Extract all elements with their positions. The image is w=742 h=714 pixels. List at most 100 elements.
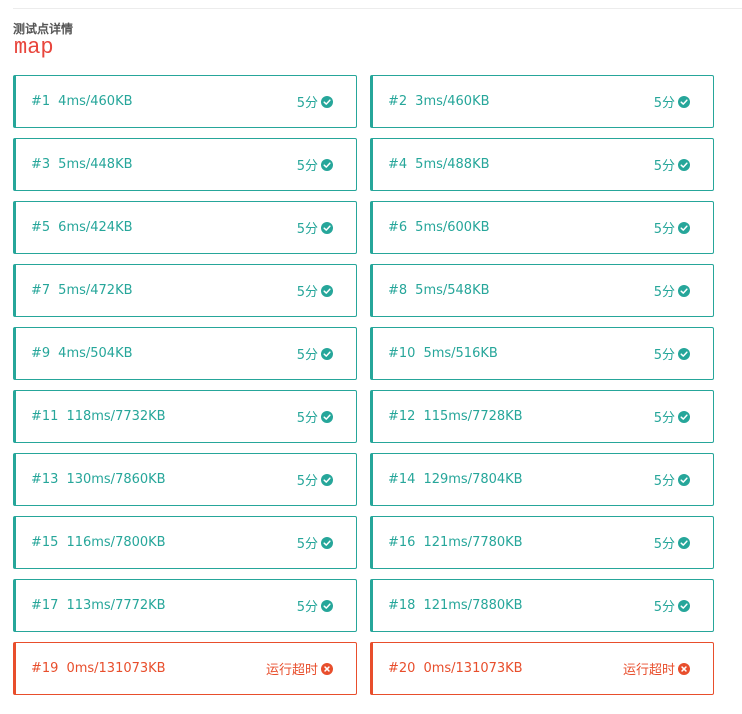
testcase-verdict: 5分 (654, 281, 690, 300)
testcase-verdict: 运行超时 (266, 659, 333, 678)
check-circle-icon (678, 599, 690, 612)
testcase-verdict: 5分 (297, 155, 333, 174)
testcase-number: #3 (31, 157, 51, 172)
verdict-text: 5分 (653, 285, 675, 300)
testcase-time-memory: 5ms/472KB (58, 283, 133, 298)
testcase-number: #20 (388, 661, 416, 676)
testcase-verdict: 5分 (297, 596, 333, 615)
testcase-card-7[interactable]: #7 5ms/472KB 5分 (13, 264, 357, 317)
testcase-number: #8 (388, 283, 408, 298)
check-circle-icon (678, 284, 690, 297)
verdict-text: 5分 (653, 474, 675, 489)
testcase-card-2[interactable]: #2 3ms/460KB 5分 (370, 75, 714, 128)
testcase-number: #17 (31, 598, 59, 613)
testcase-time-memory: 118ms/7732KB (66, 409, 166, 424)
close-circle-icon (321, 662, 333, 675)
testcase-card-5[interactable]: #5 6ms/424KB 5分 (13, 201, 357, 254)
verdict-text: 5分 (296, 159, 318, 174)
testcase-verdict: 5分 (654, 470, 690, 489)
testcase-card-15[interactable]: #15 116ms/7800KB 5分 (13, 516, 357, 569)
testcase-card-10[interactable]: #10 5ms/516KB 5分 (370, 327, 714, 380)
testcase-number: #13 (31, 472, 59, 487)
testcase-time-memory: 115ms/7728KB (423, 409, 523, 424)
check-circle-icon (321, 599, 333, 612)
verdict-text: 5分 (296, 285, 318, 300)
top-divider (13, 8, 742, 9)
testcase-number: #10 (388, 346, 416, 361)
verdict-text: 5分 (653, 600, 675, 615)
testcase-number: #16 (388, 535, 416, 550)
testcase-number: #12 (388, 409, 416, 424)
testcase-card-6[interactable]: #6 5ms/600KB 5分 (370, 201, 714, 254)
verdict-text: 5分 (296, 96, 318, 111)
testcase-time-memory: 5ms/488KB (415, 157, 490, 172)
check-circle-icon (321, 347, 333, 360)
testcase-card-9[interactable]: #9 4ms/504KB 5分 (13, 327, 357, 380)
verdict-text: 5分 (653, 348, 675, 363)
testcase-time-memory: 6ms/424KB (58, 220, 133, 235)
testcase-card-11[interactable]: #11 118ms/7732KB 5分 (13, 390, 357, 443)
testcase-card-12[interactable]: #12 115ms/7728KB 5分 (370, 390, 714, 443)
testcase-time-memory: 121ms/7780KB (423, 535, 523, 550)
check-circle-icon (678, 158, 690, 171)
testcase-card-3[interactable]: #3 5ms/448KB 5分 (13, 138, 357, 191)
verdict-text: 5分 (653, 96, 675, 111)
testcase-card-1[interactable]: #1 4ms/460KB 5分 (13, 75, 357, 128)
testcase-number: #6 (388, 220, 408, 235)
verdict-text: 运行超时 (622, 663, 675, 678)
testcase-card-14[interactable]: #14 129ms/7804KB 5分 (370, 453, 714, 506)
testcase-number: #15 (31, 535, 59, 550)
testcase-card-19[interactable]: #19 0ms/131073KB 运行超时 (13, 642, 357, 695)
testcase-card-17[interactable]: #17 113ms/7772KB 5分 (13, 579, 357, 632)
testcase-time-memory: 5ms/448KB (58, 157, 133, 172)
testcase-verdict: 运行超时 (623, 659, 690, 678)
testcase-verdict: 5分 (654, 218, 690, 237)
testcase-time-memory: 113ms/7772KB (66, 598, 166, 613)
testcase-verdict: 5分 (297, 218, 333, 237)
testcase-card-18[interactable]: #18 121ms/7880KB 5分 (370, 579, 714, 632)
check-circle-icon (678, 347, 690, 360)
testcase-time-memory: 0ms/131073KB (423, 661, 523, 676)
testcase-card-13[interactable]: #13 130ms/7860KB 5分 (13, 453, 357, 506)
testcase-card-8[interactable]: #8 5ms/548KB 5分 (370, 264, 714, 317)
testcase-verdict: 5分 (297, 344, 333, 363)
verdict-text: 5分 (296, 348, 318, 363)
check-circle-icon (678, 536, 690, 549)
verdict-text: 5分 (296, 222, 318, 237)
check-circle-icon (321, 536, 333, 549)
verdict-text: 5分 (296, 411, 318, 426)
check-circle-icon (678, 221, 690, 234)
verdict-text: 5分 (653, 411, 675, 426)
check-circle-icon (321, 473, 333, 486)
testcase-verdict: 5分 (654, 155, 690, 174)
testcase-time-memory: 4ms/504KB (58, 346, 133, 361)
check-circle-icon (321, 221, 333, 234)
testcase-verdict: 5分 (297, 407, 333, 426)
testcase-time-memory: 116ms/7800KB (66, 535, 166, 550)
close-circle-icon (678, 662, 690, 675)
testcase-verdict: 5分 (297, 281, 333, 300)
check-circle-icon (678, 95, 690, 108)
verdict-text: 5分 (653, 159, 675, 174)
testcase-verdict: 5分 (297, 533, 333, 552)
testcase-card-20[interactable]: #20 0ms/131073KB 运行超时 (370, 642, 714, 695)
testcase-card-16[interactable]: #16 121ms/7780KB 5分 (370, 516, 714, 569)
testcase-time-memory: 129ms/7804KB (423, 472, 523, 487)
testcase-time-memory: 130ms/7860KB (66, 472, 166, 487)
testcase-verdict: 5分 (297, 92, 333, 111)
testcase-time-memory: 5ms/548KB (415, 283, 490, 298)
check-circle-icon (678, 473, 690, 486)
check-circle-icon (321, 95, 333, 108)
verdict-text: 5分 (296, 600, 318, 615)
testcase-number: #9 (31, 346, 51, 361)
testcase-time-memory: 5ms/600KB (415, 220, 490, 235)
problem-name: map (14, 35, 54, 60)
testcase-time-memory: 3ms/460KB (415, 94, 490, 109)
check-circle-icon (321, 158, 333, 171)
testcase-card-4[interactable]: #4 5ms/488KB 5分 (370, 138, 714, 191)
testcase-number: #1 (31, 94, 51, 109)
testcase-verdict: 5分 (654, 92, 690, 111)
testcase-number: #14 (388, 472, 416, 487)
verdict-text: 5分 (653, 222, 675, 237)
testcase-time-memory: 0ms/131073KB (66, 661, 166, 676)
